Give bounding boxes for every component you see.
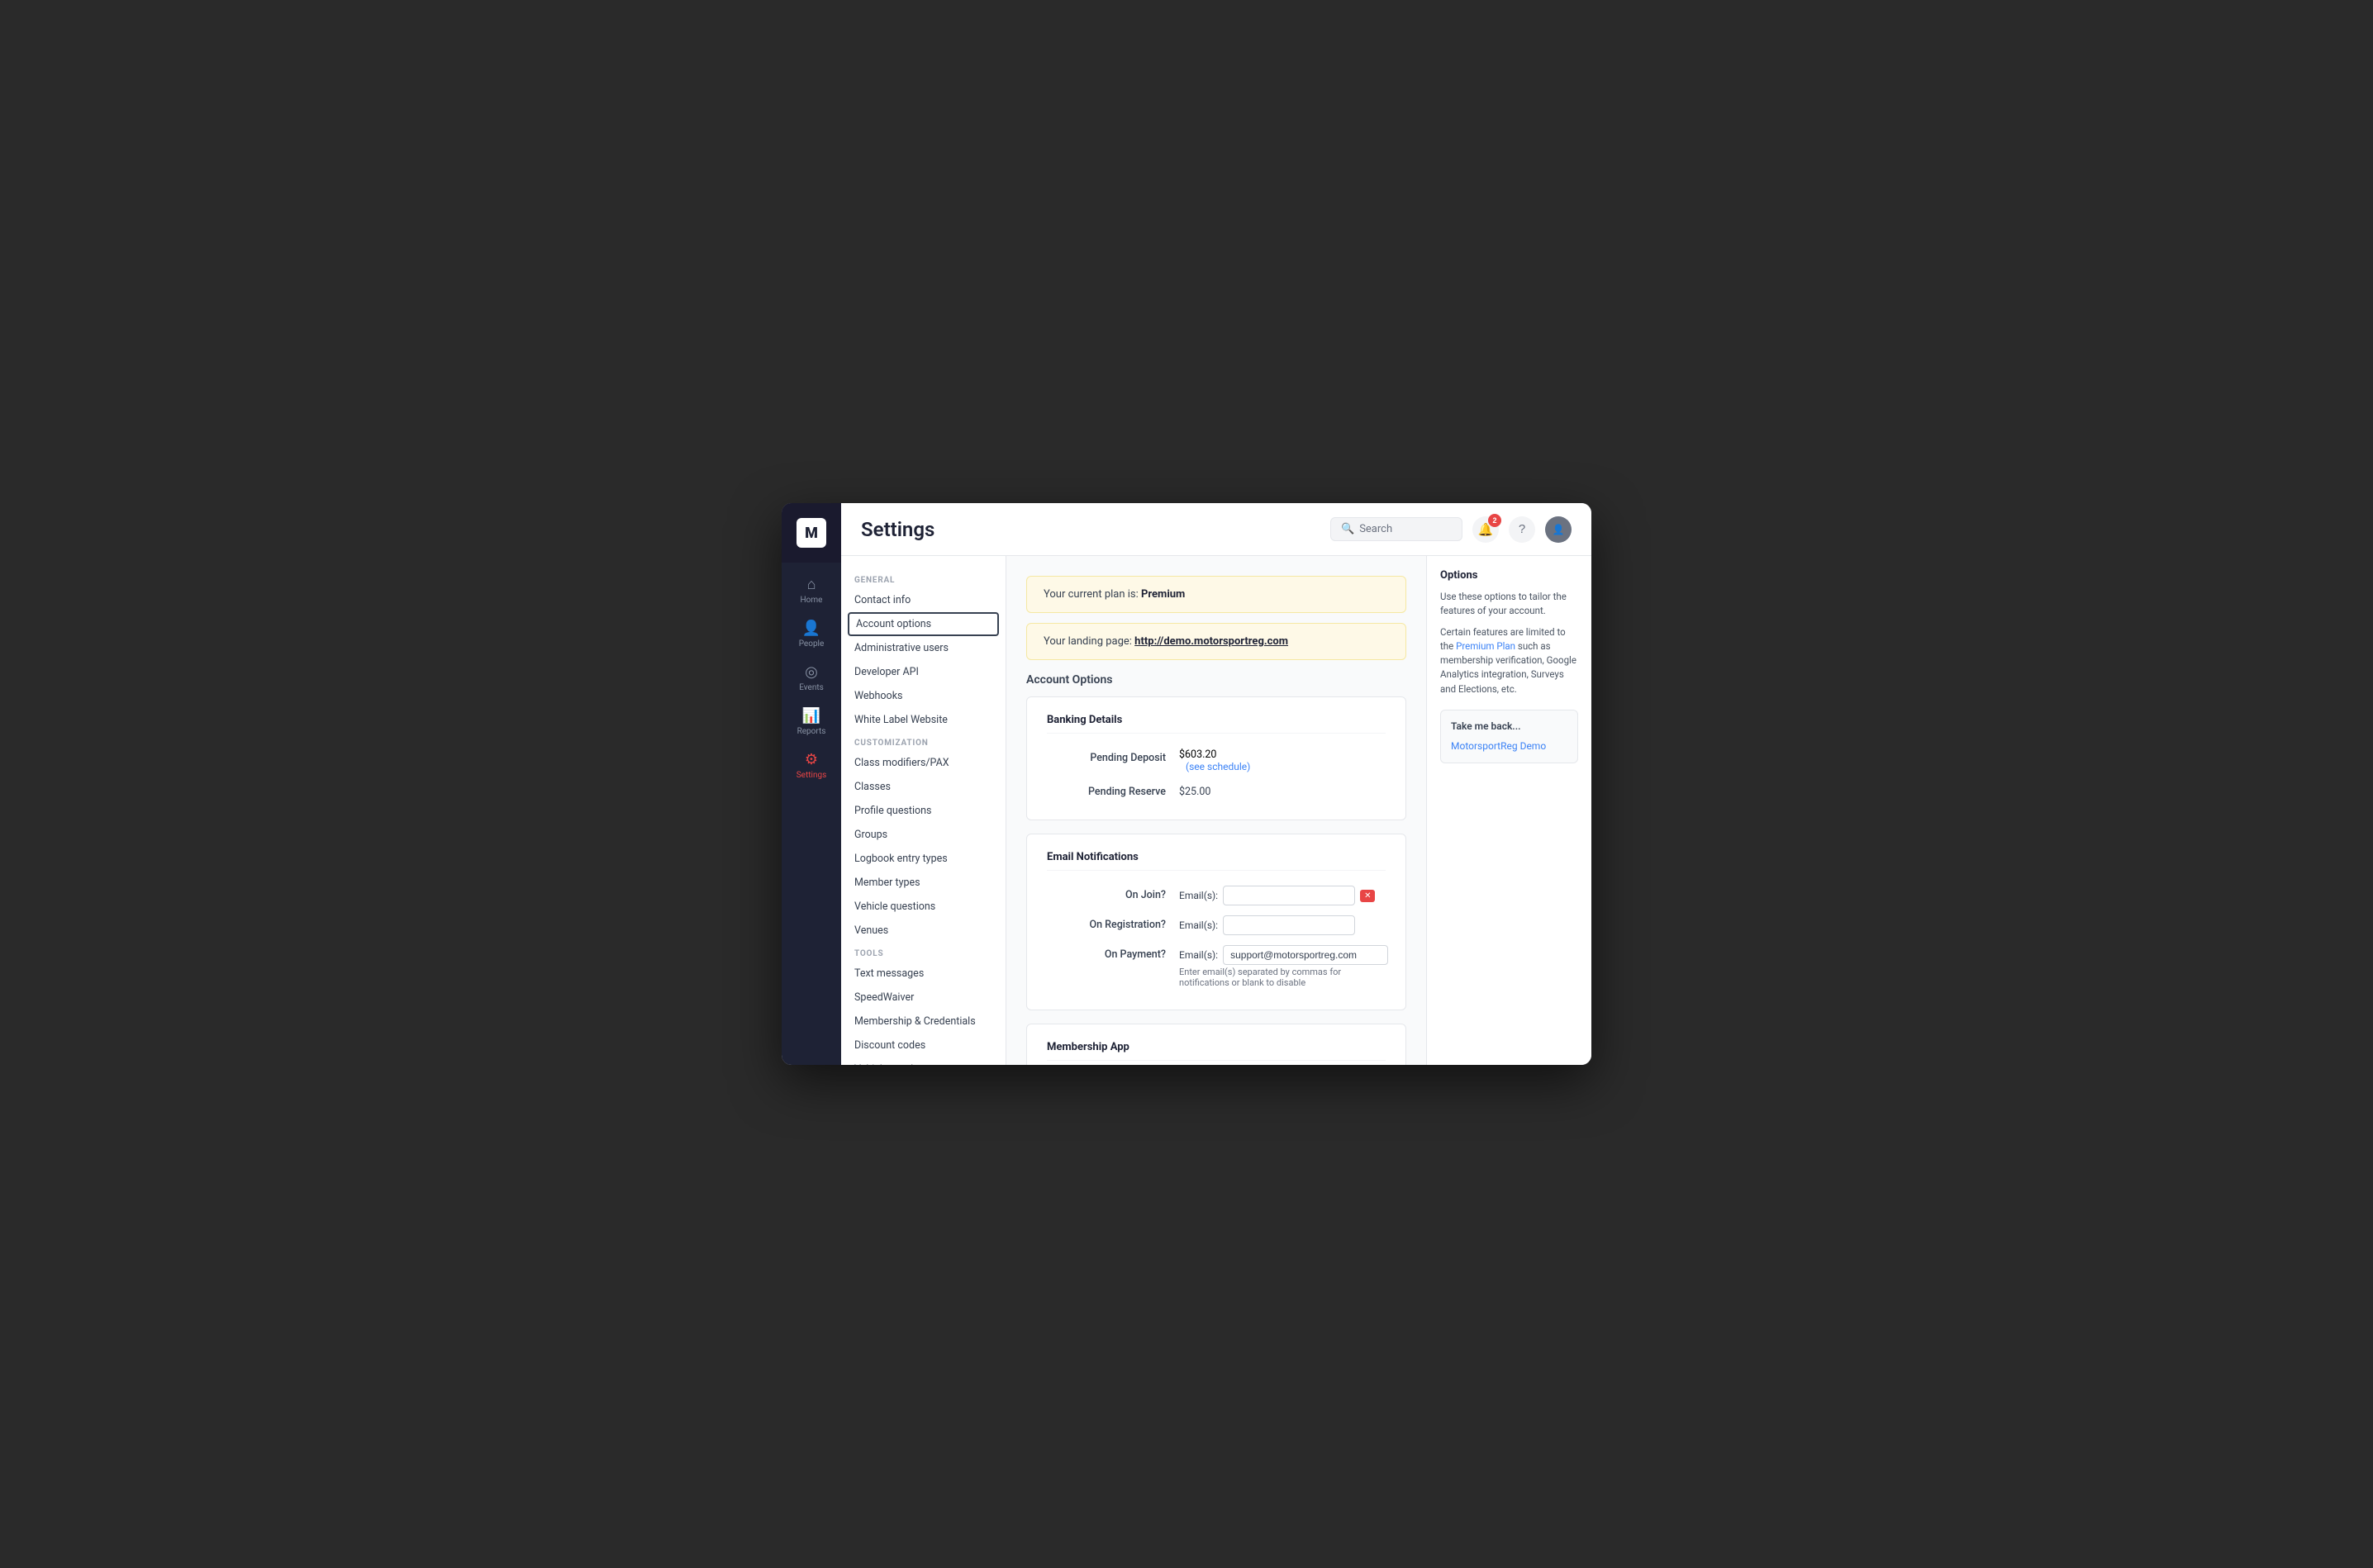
main-content: Settings 🔍 Search 🔔 2 ? 👤 [841, 503, 1591, 1065]
email-btn-1[interactable]: ✕ [1360, 890, 1375, 902]
email-label-2: Email(s): [1179, 919, 1218, 931]
sidebar-item-label: Reports [797, 727, 826, 736]
nav-item-logbook-types[interactable]: Logbook entry types [841, 847, 1006, 871]
notifications-button[interactable]: 🔔 2 [1472, 516, 1499, 543]
options-title: Options [1440, 569, 1578, 582]
options-text-2: Certain features are limited to the Prem… [1440, 625, 1578, 696]
plan-value: Premium [1141, 588, 1185, 601]
plan-banner: Your current plan is: Premium [1026, 576, 1406, 613]
nav-item-admin-users[interactable]: Administrative users [841, 636, 1006, 660]
header: Settings 🔍 Search 🔔 2 ? 👤 [841, 503, 1591, 556]
logo-icon: M [797, 518, 826, 548]
sidebar-item-people[interactable]: 👤 People [782, 613, 841, 657]
nav-item-contact-info[interactable]: Contact info [841, 588, 1006, 612]
on-registration-row: On Registration? Email(s): [1047, 910, 1386, 940]
pending-deposit-label: Pending Deposit [1047, 748, 1179, 764]
sidebar-item-home[interactable]: ⌂ Home [782, 569, 841, 613]
email-notifications-card: Email Notifications On Join? Email(s): ✕ [1026, 834, 1406, 1010]
help-icon: ? [1519, 522, 1525, 536]
on-registration-label: On Registration? [1047, 915, 1179, 931]
page-title: Settings [861, 518, 934, 541]
nav-item-class-modifiers[interactable]: Class modifiers/PAX [841, 751, 1006, 775]
sidebar-item-reports[interactable]: 📊 Reports [782, 701, 841, 744]
nav-item-profile-questions[interactable]: Profile questions [841, 799, 1006, 823]
header-right: 🔍 Search 🔔 2 ? 👤 [1330, 516, 1572, 543]
nav-item-developer-api[interactable]: Developer API [841, 660, 1006, 684]
take-back-link[interactable]: MotorsportReg Demo [1451, 740, 1546, 752]
tools-section-label: TOOLS [841, 943, 1006, 962]
nav-item-venues[interactable]: Venues [841, 919, 1006, 943]
on-payment-email-input[interactable]: support@motorsportreg.com [1223, 945, 1388, 965]
search-box[interactable]: 🔍 Search [1330, 517, 1462, 541]
nav-item-account-options[interactable]: Account options [848, 612, 999, 636]
banking-card: Banking Details Pending Deposit $603.20 … [1026, 696, 1406, 820]
membership-app-title: Membership App [1047, 1041, 1386, 1061]
pending-deposit-value: $603.20 [1179, 748, 1250, 761]
reports-icon: 📊 [802, 709, 820, 724]
on-registration-email-input[interactable] [1223, 915, 1355, 935]
nav-item-text-messages[interactable]: Text messages [841, 962, 1006, 986]
landing-label: Your landing page: [1044, 635, 1132, 648]
sidebar-item-events[interactable]: ◎ Events [782, 657, 841, 701]
sidebar-item-label: Home [801, 596, 823, 605]
nav-item-vehicle-questions[interactable]: Vehicle questions [841, 895, 1006, 919]
nav-item-white-label[interactable]: White Label Website [841, 708, 1006, 732]
nav-item-member-types[interactable]: Member types [841, 871, 1006, 895]
nav-item-speedwaiver[interactable]: SpeedWaiver [841, 986, 1006, 1010]
customization-section-label: CUSTOMIZATION [841, 732, 1006, 751]
email-label-3: Email(s): [1179, 949, 1218, 961]
on-payment-label: On Payment? [1047, 945, 1179, 961]
on-join-row: On Join? Email(s): ✕ [1047, 881, 1386, 910]
sidebar-item-label: Events [799, 683, 824, 692]
sidebar-item-label: Settings [797, 771, 827, 780]
nav-item-classes[interactable]: Classes [841, 775, 1006, 799]
on-payment-row: On Payment? Email(s): support@motorsport… [1047, 940, 1386, 993]
banking-title: Banking Details [1047, 714, 1386, 734]
pending-reserve-label: Pending Reserve [1047, 782, 1179, 798]
see-schedule-link[interactable]: (see schedule) [1186, 761, 1250, 772]
notification-badge: 2 [1488, 514, 1501, 527]
take-back-title: Take me back... [1451, 720, 1567, 732]
nav-item-vehicle-numbers[interactable]: Vehicle numbers [841, 1057, 1006, 1065]
settings-icon: ⚙ [805, 753, 818, 767]
on-join-label: On Join? [1047, 886, 1179, 901]
left-nav: GENERAL Contact info Account options Adm… [841, 556, 1006, 1065]
nav-item-membership-credentials[interactable]: Membership & Credentials [841, 1010, 1006, 1033]
take-back-card: Take me back... MotorsportReg Demo [1440, 710, 1578, 763]
on-join-email-input[interactable] [1223, 886, 1355, 905]
membership-app-card: Membership App Enable? For organizations… [1026, 1024, 1406, 1065]
premium-plan-link[interactable]: Premium Plan [1456, 640, 1515, 652]
section-title: Account Options [1026, 673, 1406, 687]
email-notifications-title: Email Notifications [1047, 851, 1386, 871]
search-placeholder: Search [1359, 523, 1392, 535]
avatar[interactable]: 👤 [1545, 516, 1572, 543]
nav-item-webhooks[interactable]: Webhooks [841, 684, 1006, 708]
right-sidebar: Options Use these options to tailor the … [1426, 556, 1591, 1065]
sidebar-logo: M [782, 503, 841, 563]
nav-item-groups[interactable]: Groups [841, 823, 1006, 847]
pending-deposit-row: Pending Deposit $603.20 (see schedule) [1047, 744, 1386, 777]
general-section-label: GENERAL [841, 569, 1006, 588]
nav-item-discount-codes[interactable]: Discount codes [841, 1033, 1006, 1057]
help-button[interactable]: ? [1509, 516, 1535, 543]
options-text-1: Use these options to tailor the features… [1440, 590, 1578, 619]
search-icon: 🔍 [1341, 523, 1354, 535]
pending-reserve-row: Pending Reserve $25.00 [1047, 777, 1386, 803]
avatar-icon: 👤 [1553, 524, 1565, 535]
main-panel: Your current plan is: Premium Your landi… [1006, 556, 1426, 1065]
sidebar-item-label: People [799, 639, 825, 649]
content-area: GENERAL Contact info Account options Adm… [841, 556, 1591, 1065]
landing-banner: Your landing page: http://demo.motorspor… [1026, 623, 1406, 660]
plan-label: Your current plan is: [1044, 588, 1139, 601]
sidebar: M ⌂ Home 👤 People ◎ Events 📊 Reports ⚙ S… [782, 503, 841, 1065]
email-label-1: Email(s): [1179, 890, 1218, 901]
landing-url[interactable]: http://demo.motorsportreg.com [1134, 635, 1288, 648]
pending-reserve-value: $25.00 [1179, 782, 1210, 798]
on-payment-hint: Enter email(s) separated by commas for n… [1179, 967, 1388, 988]
people-icon: 👤 [802, 621, 820, 636]
events-icon: ◎ [805, 665, 818, 680]
sidebar-item-settings[interactable]: ⚙ Settings [782, 744, 841, 788]
home-icon: ⌂ [807, 577, 816, 592]
